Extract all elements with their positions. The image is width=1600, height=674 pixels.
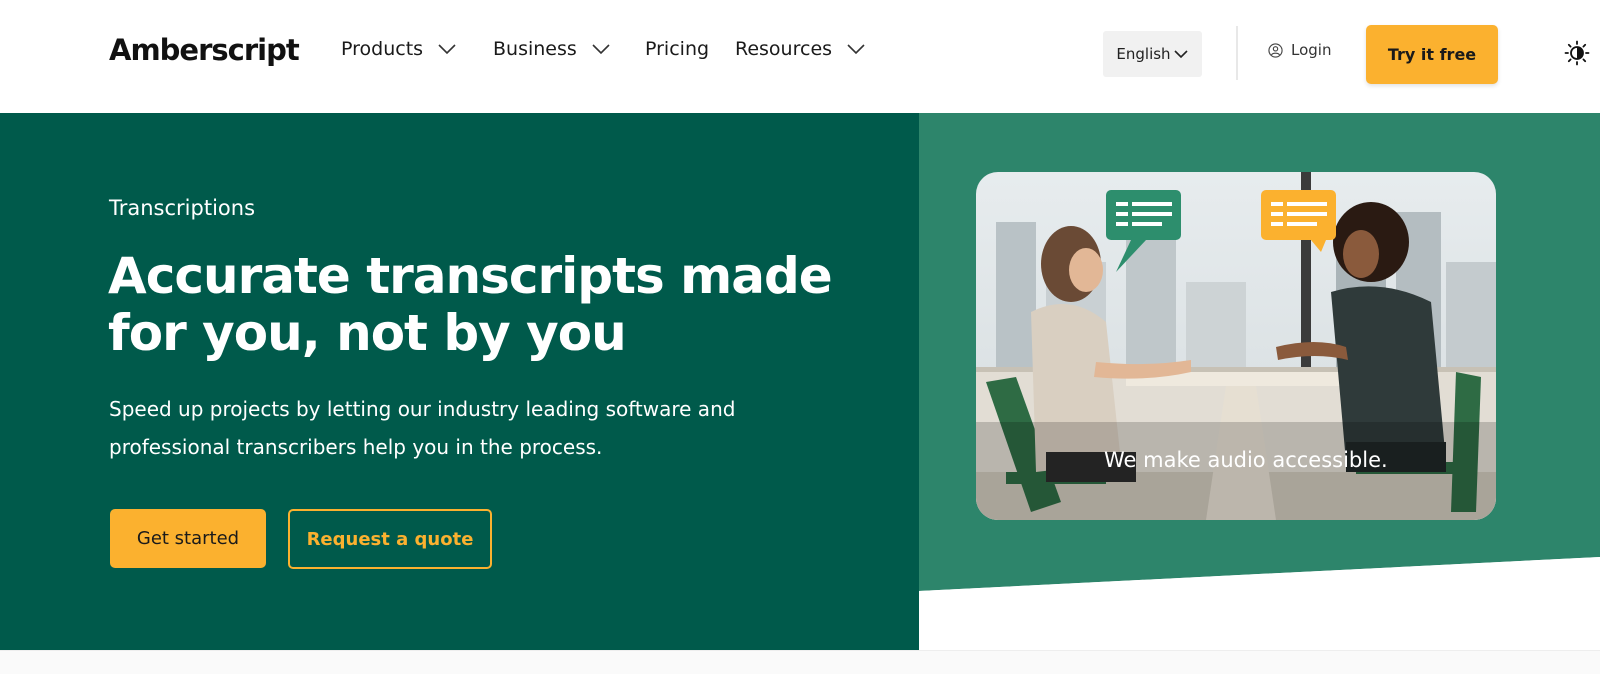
hero-headline: Accurate transcripts made for you, not b… — [108, 247, 833, 362]
user-icon — [1268, 42, 1283, 58]
chevron-down-icon — [592, 44, 610, 55]
nav-products[interactable]: Products — [341, 38, 493, 60]
hero-section: Transcriptions Accurate transcripts made… — [0, 113, 919, 650]
hero-eyebrow: Transcriptions — [109, 196, 256, 220]
get-started-button[interactable]: Get started — [110, 509, 266, 568]
image-caption: We make audio accessible. — [1104, 448, 1388, 472]
theme-toggle-icon[interactable] — [1564, 40, 1590, 66]
nav-business-label: Business — [493, 38, 577, 60]
login-link[interactable]: Login — [1268, 41, 1331, 59]
nav-products-label: Products — [341, 38, 424, 60]
header-divider — [1236, 26, 1238, 80]
hero-subtext: Speed up projects by letting our industr… — [109, 397, 736, 459]
try-it-free-button[interactable]: Try it free — [1366, 25, 1498, 84]
login-label: Login — [1291, 41, 1332, 59]
chevron-down-icon — [1174, 50, 1188, 59]
hero-visual — [919, 113, 1600, 650]
nav-resources[interactable]: Resources — [735, 38, 866, 60]
site-header: Amberscript Products Business Pricing Re… — [0, 0, 1600, 113]
logo[interactable]: Amberscript — [109, 33, 300, 67]
language-selector[interactable]: English — [1103, 31, 1202, 77]
nav-pricing[interactable]: Pricing — [645, 38, 735, 60]
request-quote-button[interactable]: Request a quote — [288, 509, 492, 569]
nav-pricing-label: Pricing — [645, 38, 710, 60]
language-label: English — [1116, 45, 1171, 63]
chevron-down-icon — [847, 44, 865, 55]
main-nav: Products Business Pricing Resources — [341, 38, 866, 60]
nav-business[interactable]: Business — [493, 38, 645, 60]
page-bottom-strip — [0, 650, 1600, 674]
chevron-down-icon — [438, 44, 456, 55]
nav-resources-label: Resources — [735, 38, 833, 60]
